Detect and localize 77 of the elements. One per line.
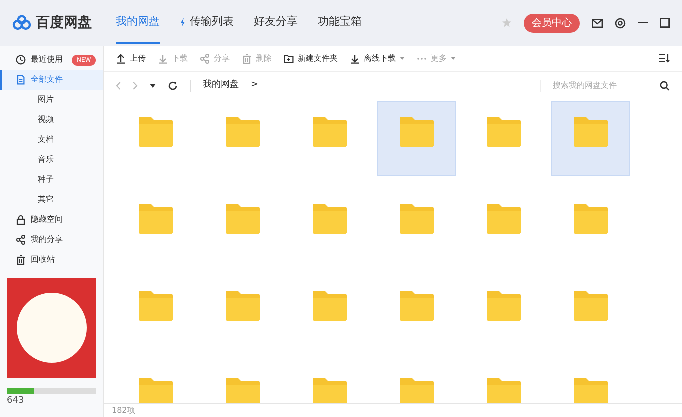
search-field[interactable]: 搜索我的网盘文件 <box>553 80 660 92</box>
storage-text: 643 <box>7 395 26 408</box>
folder-icon <box>398 377 436 403</box>
sidebar-subitem[interactable]: 文档 <box>0 130 103 150</box>
maximize-icon[interactable] <box>660 18 670 28</box>
folder-icon <box>136 116 174 148</box>
folder-icon <box>136 203 174 235</box>
nav-tab[interactable]: 好友分享 <box>254 2 298 44</box>
folder-icon <box>224 116 262 148</box>
sidebar-subitem[interactable]: 视频 <box>0 110 103 130</box>
folder-icon <box>224 377 262 403</box>
folder-icon <box>398 203 436 235</box>
sidebar-item[interactable]: 我的分享 <box>0 230 103 250</box>
folder-icon <box>136 377 174 403</box>
folder-tile[interactable] <box>551 101 630 176</box>
item-count: 182项 <box>112 404 136 416</box>
star-icon[interactable] <box>502 18 512 28</box>
minimize-icon[interactable] <box>638 22 648 24</box>
trash-icon <box>16 255 26 265</box>
forward-icon[interactable] <box>133 82 138 90</box>
folder-icon <box>572 377 610 403</box>
download-icon <box>350 54 360 64</box>
toolbar-button[interactable]: 离线下载 <box>350 52 405 64</box>
mail-icon[interactable] <box>592 18 603 28</box>
folder-icon <box>572 290 610 322</box>
promo-image-placeholder[interactable] <box>7 278 96 378</box>
nav-tab[interactable]: 功能宝箱 <box>318 2 362 44</box>
folder-icon <box>310 377 348 403</box>
folder-icon <box>310 290 348 322</box>
new-folder-icon <box>284 54 294 64</box>
document-icon <box>16 75 26 85</box>
sidebar-item[interactable]: 全部文件 <box>0 70 103 90</box>
trash-icon <box>242 54 252 64</box>
search-icon[interactable] <box>660 80 670 90</box>
upload-icon <box>116 54 126 64</box>
folder-icon <box>398 116 436 148</box>
folder-icon <box>484 290 522 322</box>
settings-icon[interactable] <box>615 18 626 28</box>
lock-icon <box>16 215 26 225</box>
sidebar-item[interactable]: 隐藏空间 <box>0 210 103 230</box>
caret-icon <box>400 57 405 60</box>
vip-center-button[interactable]: 会员中心 <box>524 14 580 32</box>
download-icon <box>158 54 168 64</box>
dropdown-caret-icon[interactable] <box>150 84 156 88</box>
clock-icon <box>16 55 26 65</box>
sidebar-subitem[interactable]: 图片 <box>0 90 103 110</box>
folder-icon <box>484 116 522 148</box>
share-icon <box>16 235 26 245</box>
transfer-icon <box>180 18 186 26</box>
folder-icon <box>310 203 348 235</box>
breadcrumb-link[interactable]: 我的网盘 <box>203 78 239 92</box>
folder-icon <box>572 116 610 148</box>
sidebar-subitem[interactable]: 种子 <box>0 170 103 190</box>
caret-icon <box>451 57 456 60</box>
folder-icon <box>398 290 436 322</box>
back-icon[interactable] <box>116 82 121 90</box>
sidebar-subitem[interactable]: 音乐 <box>0 150 103 170</box>
nav-tab[interactable]: 我的网盘 <box>116 2 160 44</box>
nav-tab[interactable]: 传输列表 <box>180 2 234 44</box>
folder-icon <box>136 290 174 322</box>
folder-icon <box>572 203 610 235</box>
folder-icon <box>310 116 348 148</box>
toolbar-button[interactable]: 新建文件夹 <box>284 52 338 64</box>
refresh-icon[interactable] <box>168 80 178 90</box>
breadcrumb-separator: > <box>251 78 259 92</box>
folder-icon <box>484 377 522 403</box>
sidebar-item[interactable]: 回收站 <box>0 250 103 270</box>
sidebar-subitem[interactable]: 其它 <box>0 190 103 210</box>
cloud-logo-icon <box>12 15 32 31</box>
folder-icon <box>224 290 262 322</box>
app-name: 百度网盘 <box>36 14 92 32</box>
sort-icon[interactable] <box>659 54 670 63</box>
folder-icon <box>484 203 522 235</box>
folder-tile[interactable] <box>377 101 456 176</box>
folder-icon <box>224 203 262 235</box>
share-icon <box>200 54 210 64</box>
toolbar-button[interactable]: 上传 <box>116 52 146 64</box>
